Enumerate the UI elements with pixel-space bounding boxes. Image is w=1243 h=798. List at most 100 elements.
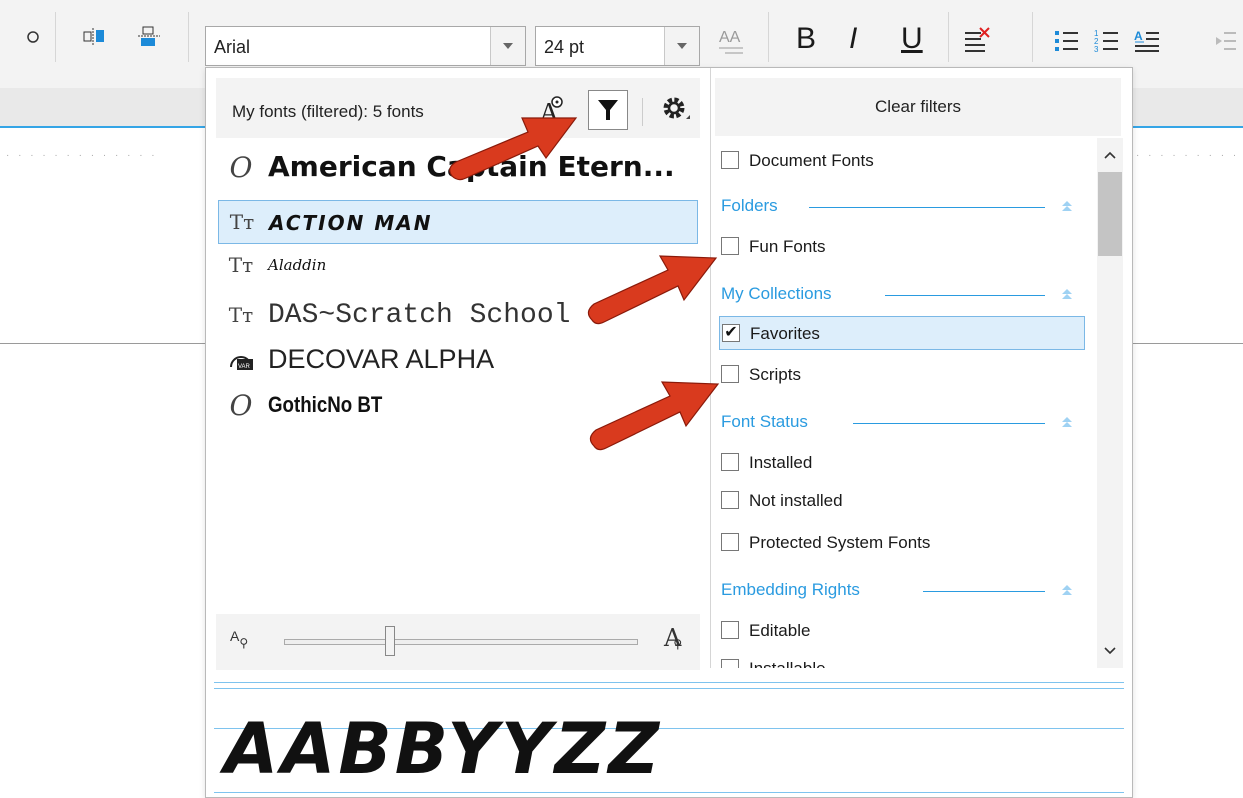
filter-label: Editable xyxy=(749,621,811,640)
svg-text:A: A xyxy=(1134,29,1143,43)
checkbox[interactable] xyxy=(721,659,739,668)
toolbar-separator xyxy=(55,12,56,62)
scrollbar-thumb[interactable] xyxy=(1098,172,1122,256)
toolbar-separator xyxy=(768,12,769,62)
font-manager-button[interactable]: A xyxy=(532,90,572,130)
toolbar-separator xyxy=(188,12,189,62)
font-name: DAS~Scratch School xyxy=(268,300,571,331)
font-name: GothicNo BT xyxy=(268,392,383,417)
font-name: American Captain Etern... xyxy=(268,150,675,183)
filter-scripts[interactable]: Scripts xyxy=(719,358,1085,392)
filter-button[interactable] xyxy=(588,90,628,130)
filter-label: Document Fonts xyxy=(749,151,874,170)
filter-scrollbar[interactable] xyxy=(1097,138,1123,668)
preview-guide-line xyxy=(214,682,1124,683)
filter-label: Installed xyxy=(749,453,813,472)
checkbox[interactable] xyxy=(721,151,739,169)
group-divider xyxy=(885,295,1045,296)
font-size-value: 24 pt xyxy=(544,37,585,57)
settings-button[interactable] xyxy=(656,90,696,130)
preview-guide-line xyxy=(214,688,1124,689)
font-name: ACTION MAN xyxy=(269,211,433,235)
filter-installed[interactable]: Installed xyxy=(719,446,1085,480)
font-item[interactable]: VAR DECOVAR ALPHA xyxy=(218,338,698,382)
font-list-header: My fonts (filtered): 5 fonts A xyxy=(216,78,700,138)
filter-not-installed[interactable]: Not installed xyxy=(719,484,1085,518)
preview-guide-line xyxy=(214,792,1124,793)
small-preview-icon[interactable]: A⚲ xyxy=(230,628,248,650)
checkbox[interactable] xyxy=(721,365,739,383)
drop-cap-icon[interactable]: A xyxy=(1132,26,1162,56)
page-edge-line xyxy=(0,343,205,344)
collapse-icon[interactable] xyxy=(1059,286,1075,302)
clear-filters-button[interactable]: Clear filters xyxy=(715,78,1121,136)
font-name: DECOVAR ALPHA xyxy=(268,344,495,374)
group-header-embedding-rights[interactable]: Embedding Rights xyxy=(721,576,1081,606)
collapse-icon[interactable] xyxy=(1059,414,1075,430)
collapse-icon[interactable] xyxy=(1059,582,1075,598)
filter-favorites[interactable]: ✔ Favorites xyxy=(719,316,1085,350)
italic-button[interactable]: I xyxy=(849,22,857,56)
checkbox[interactable] xyxy=(721,621,739,639)
font-size-combo[interactable]: 24 pt xyxy=(535,26,700,66)
scroll-up-icon[interactable] xyxy=(1103,148,1117,162)
font-name-value: Arial xyxy=(214,37,251,57)
align-objects-icon[interactable] xyxy=(80,22,110,52)
chevron-down-icon[interactable] xyxy=(490,27,525,65)
filter-label: Installable xyxy=(749,659,826,668)
group-header-folders[interactable]: Folders xyxy=(721,192,1081,222)
font-list[interactable]: O American Captain Etern... Tт ACTION MA… xyxy=(216,138,700,608)
filter-editable[interactable]: Editable xyxy=(719,614,1085,648)
group-header-my-collections[interactable]: My Collections xyxy=(721,280,1081,310)
checkbox[interactable] xyxy=(721,453,739,471)
checkbox-checked[interactable]: ✔ xyxy=(722,324,740,342)
underline-button[interactable]: U xyxy=(901,22,923,56)
group-title: Folders xyxy=(721,196,778,215)
truetype-icon: Tт xyxy=(228,303,254,327)
slider-thumb[interactable] xyxy=(384,626,395,656)
collapse-icon[interactable] xyxy=(1059,198,1075,214)
checkbox[interactable] xyxy=(721,491,739,509)
circle-icon[interactable] xyxy=(18,22,48,52)
svg-text:AA: AA xyxy=(719,29,741,46)
font-item[interactable]: O American Captain Etern... xyxy=(218,146,698,190)
distribute-icon[interactable] xyxy=(134,22,164,52)
variable-font-icon: VAR xyxy=(226,344,256,374)
group-header-font-status[interactable]: Font Status xyxy=(721,408,1081,438)
preview-size-slider-row: A⚲ A⚲ xyxy=(216,614,700,670)
filter-label: Scripts xyxy=(749,365,801,384)
bold-button[interactable]: B xyxy=(796,22,816,56)
filter-document-fonts[interactable]: Document Fonts xyxy=(719,144,1085,178)
filter-protected-system-fonts[interactable]: Protected System Fonts xyxy=(719,526,1085,560)
group-title: Embedding Rights xyxy=(721,580,860,599)
font-item[interactable]: Tт Aladdin xyxy=(218,244,698,288)
group-title: My Collections xyxy=(721,284,832,303)
filter-installable[interactable]: Installable xyxy=(719,652,1085,668)
scroll-down-icon[interactable] xyxy=(1103,644,1117,658)
font-manager-icon: A xyxy=(539,96,563,126)
preview-size-slider[interactable] xyxy=(284,639,638,645)
preview-sample-text: AABBYYZZ xyxy=(224,708,663,790)
chevron-down-icon[interactable] xyxy=(664,27,699,65)
checkbox[interactable] xyxy=(721,237,739,255)
toolbar-separator xyxy=(948,12,949,62)
checkbox[interactable] xyxy=(721,533,739,551)
font-item[interactable]: Tт DAS~Scratch School xyxy=(218,294,698,338)
filter-panel: Clear filters Document Fonts Folders Fun… xyxy=(710,68,1133,668)
numbered-list-icon[interactable]: 123 xyxy=(1092,26,1122,56)
large-preview-icon[interactable]: A⚲ xyxy=(664,624,690,652)
toolbar-separator xyxy=(1032,12,1033,62)
group-divider xyxy=(923,591,1045,592)
font-name-combo[interactable]: Arial xyxy=(205,26,526,66)
font-item-selected[interactable]: Tт ACTION MAN xyxy=(218,200,698,244)
font-list-panel: My fonts (filtered): 5 fonts A O America… xyxy=(206,68,710,670)
filter-fun-fonts[interactable]: Fun Fonts xyxy=(719,230,1085,264)
text-case-icon[interactable]: AA xyxy=(716,26,746,56)
group-divider xyxy=(809,207,1045,208)
font-item[interactable]: O GothicNo BT xyxy=(218,384,698,428)
indent-icon[interactable] xyxy=(1216,26,1243,56)
ruler-ticks: · · · · · · · · · xyxy=(1136,150,1240,161)
bullet-list-icon[interactable] xyxy=(1052,26,1082,56)
svg-text:3: 3 xyxy=(1094,45,1099,54)
clear-format-icon[interactable] xyxy=(962,26,992,56)
